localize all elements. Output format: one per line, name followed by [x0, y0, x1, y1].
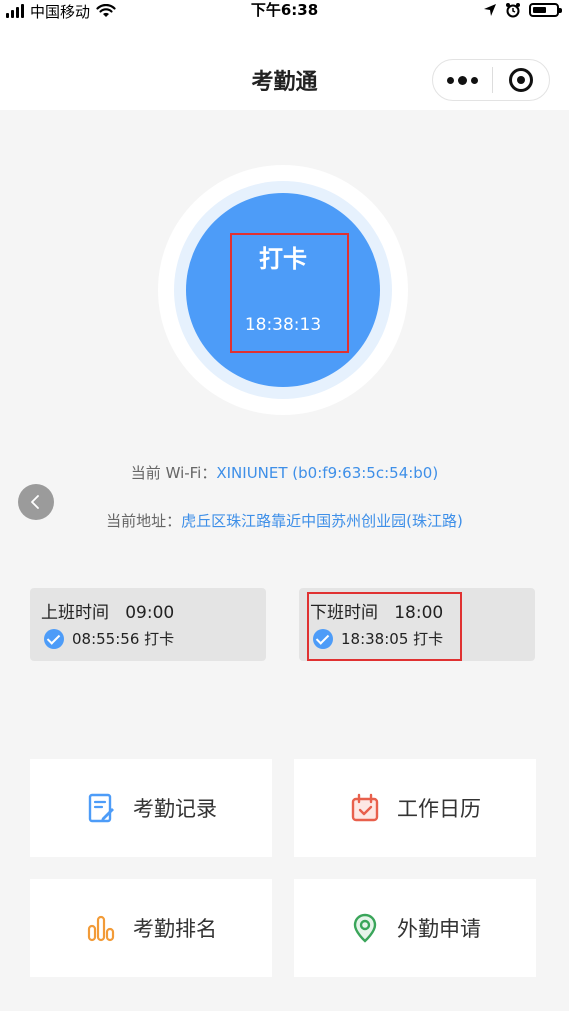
status-right	[483, 0, 562, 20]
attendance-record-icon	[85, 792, 117, 824]
address-info: 当前地址：虎丘区珠江路靠近中国苏州创业园(珠江路)	[0, 510, 569, 531]
battery-icon	[529, 3, 562, 17]
location-arrow-icon	[484, 4, 496, 16]
shift-start-record: 08:55:56 打卡	[44, 628, 174, 649]
shift-start-title: 上班时间	[41, 603, 109, 623]
shift-card-start: 上班时间 09:00 08:55:56 打卡	[30, 588, 266, 661]
chevron-left-icon	[31, 495, 39, 509]
target-icon	[508, 68, 533, 92]
shift-end-record-text: 18:38:05 打卡	[341, 630, 444, 648]
wifi-label: 当前 Wi-Fi：	[130, 464, 217, 482]
wifi-value: XINIUNET (b0:f9:63:5c:54:b0)	[216, 464, 439, 482]
shift-end-time: 18:00	[394, 603, 444, 623]
attendance-ranking-icon	[85, 912, 117, 944]
address-label: 当前地址：	[106, 512, 182, 530]
shift-card-end: 下班时间 18:00 18:38:05 打卡	[299, 588, 535, 661]
shift-end-record: 18:38:05 打卡	[313, 628, 443, 649]
more-options-button[interactable]	[433, 60, 492, 100]
menu-work-calendar-label: 工作日历	[397, 797, 481, 821]
check-circle-icon	[313, 628, 333, 649]
wifi-info: 当前 Wi-Fi：XINIUNET (b0:f9:63:5c:54:b0)	[0, 462, 569, 483]
status-bar: 中国移动 下午6:38	[0, 0, 569, 24]
mini-program-capsule	[432, 59, 550, 101]
menu-attendance-ranking-label: 考勤排名	[133, 917, 217, 941]
field-work-location-icon	[349, 912, 381, 944]
menu-work-calendar[interactable]: 工作日历	[294, 759, 536, 857]
address-value: 虎丘区珠江路靠近中国苏州创业园(珠江路)	[181, 512, 463, 530]
punch-button[interactable]: 打卡 18:38:13	[186, 193, 380, 387]
alarm-icon	[506, 3, 520, 18]
shift-end-heading: 下班时间 18:00	[310, 598, 443, 623]
menu-attendance-record-label: 考勤记录	[133, 797, 217, 821]
menu-field-work-request-label: 外勤申请	[397, 917, 481, 941]
close-mini-program-button[interactable]	[493, 60, 549, 100]
menu-attendance-ranking[interactable]: 考勤排名	[30, 879, 272, 977]
shift-start-heading: 上班时间 09:00	[41, 598, 174, 623]
check-circle-icon	[44, 628, 64, 649]
work-calendar-icon	[349, 792, 381, 824]
shift-end-title: 下班时间	[310, 603, 378, 623]
menu-attendance-record[interactable]: 考勤记录	[30, 759, 272, 857]
punch-label: 打卡	[259, 245, 307, 273]
shift-start-time: 09:00	[125, 603, 175, 623]
shift-start-record-text: 08:55:56 打卡	[72, 630, 175, 648]
menu-field-work-request[interactable]: 外勤申请	[294, 879, 536, 977]
nav-bar: 考勤通	[0, 24, 569, 110]
punch-clock: 18:38:13	[244, 315, 322, 335]
